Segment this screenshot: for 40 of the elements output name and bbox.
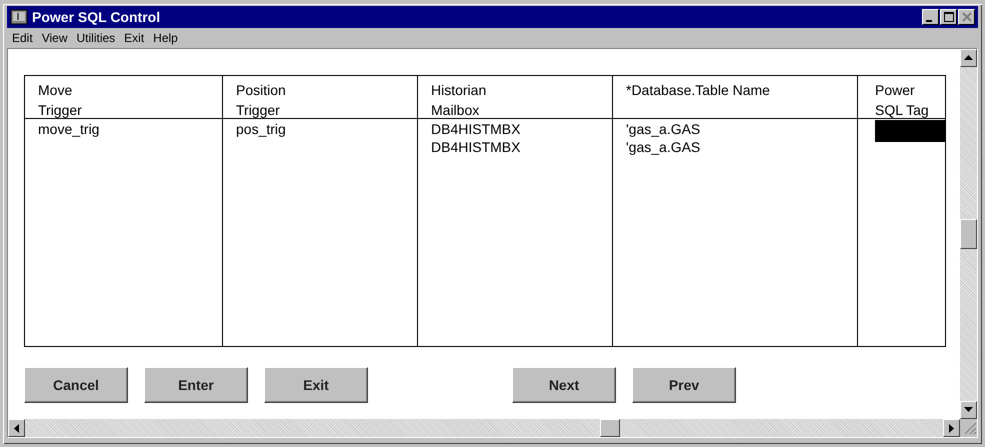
column-header: *Database.Table Name	[626, 81, 770, 100]
minimize-button[interactable]	[922, 9, 939, 25]
vertical-scrollbar[interactable]	[960, 49, 977, 419]
menu-item[interactable]: Utilities	[76, 31, 116, 45]
action-button[interactable]: Enter	[144, 367, 248, 403]
scroll-down-button[interactable]	[960, 401, 977, 419]
nav-button[interactable]: Prev	[632, 367, 736, 403]
close-button[interactable]	[958, 9, 975, 25]
scroll-thumb[interactable]	[600, 419, 620, 437]
menu-item[interactable]: View	[42, 31, 68, 45]
menu-item[interactable]: Edit	[12, 31, 33, 45]
action-button[interactable]: Cancel	[24, 367, 128, 403]
scroll-thumb[interactable]	[960, 219, 977, 249]
scroll-up-button[interactable]	[960, 49, 977, 67]
horizontal-scrollbar[interactable]	[8, 419, 977, 437]
window-title: Power SQL Control	[32, 9, 160, 25]
table-cell[interactable]: move_trig	[38, 120, 100, 138]
menu-item[interactable]: Help	[153, 31, 178, 45]
table-cell[interactable]: 'gas_a.GAS	[626, 120, 700, 138]
maximize-icon	[942, 11, 954, 23]
left-arrow-icon	[14, 424, 20, 432]
minimize-icon	[926, 20, 932, 22]
nav-button[interactable]: Next	[512, 367, 616, 403]
close-icon	[960, 11, 972, 23]
app-icon	[10, 9, 28, 25]
action-button[interactable]: Exit	[264, 367, 368, 403]
selected-cell[interactable]	[875, 120, 945, 142]
maximize-button[interactable]	[940, 9, 957, 25]
menu-item[interactable]: Exit	[124, 31, 144, 45]
table-cell[interactable]: pos_trig	[236, 120, 286, 138]
table-cell[interactable]: DB4HISTMBX	[431, 138, 520, 156]
column-header: Power SQL Tag	[875, 81, 929, 120]
right-arrow-icon	[948, 424, 954, 432]
up-arrow-icon	[964, 55, 973, 61]
table-cell[interactable]: DB4HISTMBX	[431, 120, 520, 138]
scroll-right-button[interactable]	[943, 419, 960, 437]
down-arrow-icon	[964, 407, 973, 413]
scroll-left-button[interactable]	[8, 419, 25, 437]
table-cell[interactable]: 'gas_a.GAS	[626, 138, 700, 156]
column-header: Historian Mailbox	[431, 81, 486, 120]
